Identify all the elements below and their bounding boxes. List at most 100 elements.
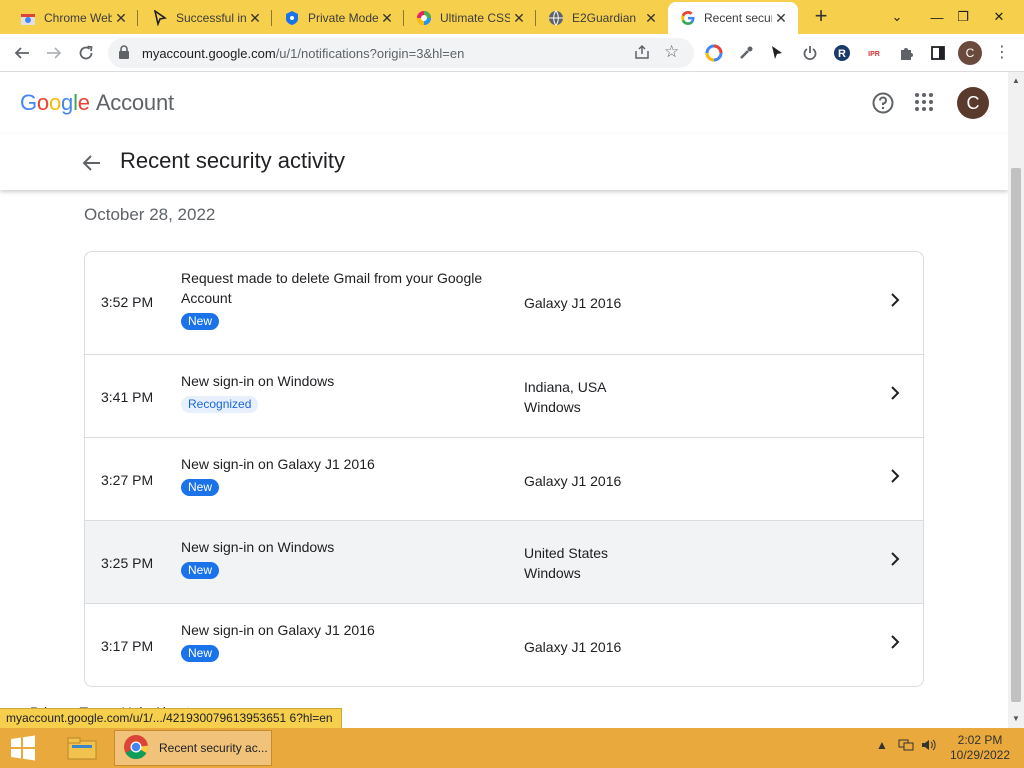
event-time: 3:52 PM (101, 294, 154, 310)
windows-taskbar: Recent security ac... ▲ 2:02 PM 10/29/20… (0, 728, 1024, 768)
tab-recent-security-activity[interactable]: Recent security activity ✕ (668, 2, 798, 34)
taskbar-chrome-window[interactable]: Recent security ac... (114, 730, 272, 766)
chevron-right-icon (887, 551, 903, 572)
security-events-list: 3:52 PM Request made to delete Gmail fro… (84, 251, 924, 687)
globe-icon (548, 10, 564, 26)
event-location: Galaxy J1 2016 (524, 295, 622, 311)
chrome-icon (123, 734, 149, 763)
side-panel-icon[interactable] (927, 42, 949, 64)
network-icon[interactable] (898, 738, 914, 755)
page-title: Recent security activity (120, 148, 345, 173)
chevron-right-icon (887, 385, 903, 406)
cursor-arrow-icon (152, 10, 168, 26)
power-icon[interactable] (799, 42, 821, 64)
url-text[interactable]: myaccount.google.com/u/1/notifications?o… (142, 46, 464, 61)
link-status-bubble: myaccount.google.com/u/1/.../42193007961… (0, 708, 342, 728)
account-avatar[interactable]: C (957, 87, 989, 119)
cursor-extension-icon[interactable] (766, 42, 788, 64)
reload-button[interactable] (72, 40, 100, 66)
address-bar[interactable]: myaccount.google.com/u/1/notifications?o… (108, 38, 694, 68)
scroll-down-arrow-icon[interactable]: ▼ (1012, 714, 1020, 723)
security-event-row[interactable]: 3:17 PM New sign-in on Galaxy J1 2016 Ne… (85, 604, 923, 686)
back-arrow-icon[interactable] (80, 151, 104, 180)
google-account-logo[interactable]: Google Account (20, 90, 174, 116)
back-button[interactable] (8, 40, 36, 66)
url-path: /u/1/notifications?origin=3&hl=en (275, 46, 465, 61)
taskbar-clock[interactable]: 2:02 PM 10/29/2022 (948, 733, 1012, 763)
svg-text:R: R (838, 48, 846, 60)
taskbar-window-title: Recent security ac... (159, 741, 268, 755)
event-description-block: New sign-in on Galaxy J1 2016 New (181, 454, 511, 496)
bookmark-star-icon[interactable]: ☆ (664, 42, 679, 62)
puzzle-extensions-icon[interactable] (895, 42, 917, 64)
tab-label: Chrome Web Store (44, 11, 112, 25)
close-icon[interactable]: ✕ (772, 9, 790, 27)
apps-grid-icon[interactable] (914, 92, 934, 117)
tab-label: Successful in (176, 11, 246, 25)
chevron-right-icon (887, 468, 903, 489)
scrollbar-thumb[interactable] (1011, 168, 1021, 702)
google-account-header: Google Account C (0, 72, 1008, 134)
event-description: Request made to delete Gmail from your G… (181, 270, 483, 306)
eyedropper-icon[interactable] (735, 42, 757, 64)
tab-successful[interactable]: Successful in ✕ (140, 2, 272, 34)
more-menu-icon[interactable]: ⋮ (994, 42, 1010, 62)
ipr-extension-icon[interactable]: IPR (863, 42, 885, 64)
date-heading: October 28, 2022 (84, 205, 216, 224)
chrome-store-icon (20, 10, 36, 26)
tab-label: Ultimate CSS (440, 11, 510, 25)
forward-arrow-icon (47, 47, 62, 59)
url-domain: myaccount.google.com (142, 46, 276, 61)
profile-avatar[interactable]: C (958, 41, 982, 65)
browser-toolbar: myaccount.google.com/u/1/notifications?o… (0, 34, 1024, 72)
page-scrollbar[interactable]: ▲ ▼ (1008, 72, 1024, 728)
close-icon[interactable]: ✕ (510, 9, 528, 27)
event-location: Galaxy J1 2016 (524, 473, 622, 489)
color-wheel-icon (416, 10, 432, 26)
chevron-right-icon (887, 292, 903, 313)
security-event-row[interactable]: 3:27 PM New sign-in on Galaxy J1 2016 Ne… (85, 438, 923, 521)
security-event-row[interactable]: 3:52 PM Request made to delete Gmail fro… (85, 252, 923, 355)
clock-time: 2:02 PM (957, 733, 1003, 747)
tab-label: Recent security activity (704, 11, 772, 25)
close-window-button[interactable]: ✕ (976, 0, 1022, 34)
tray-expand-icon[interactable]: ▲ (876, 738, 888, 752)
event-time: 3:25 PM (101, 555, 154, 571)
close-icon[interactable]: ✕ (378, 9, 396, 27)
close-icon[interactable]: ✕ (112, 9, 130, 27)
security-event-row[interactable]: 3:41 PM New sign-in on Windows Recognize… (85, 355, 923, 438)
tab-private-mode[interactable]: Private Mode ✕ (272, 2, 404, 34)
security-event-row[interactable]: 3:25 PM New sign-in on Windows New Unite… (85, 521, 923, 604)
private-mode-icon (284, 10, 300, 26)
new-tab-button[interactable]: + (809, 5, 833, 29)
event-time: 3:41 PM (101, 389, 154, 405)
event-location: Indiana, USA Windows (524, 379, 607, 415)
volume-icon[interactable] (921, 738, 937, 755)
status-badge: New (181, 479, 220, 496)
tab-label: Private Mode (308, 11, 378, 25)
lock-icon[interactable] (118, 45, 130, 64)
tab-ultimate-css[interactable]: Ultimate CSS ✕ (404, 2, 536, 34)
windows-start-icon[interactable] (8, 734, 40, 762)
page-title-bar: Recent security activity (0, 134, 1008, 190)
event-description-block: New sign-in on Galaxy J1 2016 New (181, 620, 511, 662)
tab-e2guardian[interactable]: E2Guardian ✕ (536, 2, 668, 34)
help-icon[interactable] (871, 91, 895, 120)
tab-chrome-web-store[interactable]: Chrome Web Store ✕ (8, 2, 138, 34)
event-time: 3:27 PM (101, 472, 154, 488)
forward-button[interactable] (40, 40, 68, 66)
svg-text:IPR: IPR (868, 51, 880, 58)
event-description: New sign-in on Galaxy J1 2016 (181, 622, 375, 638)
event-description-block: New sign-in on Windows Recognized (181, 371, 511, 413)
page-content: Google Account C Recent security activity… (0, 72, 1008, 728)
extension-ring-icon[interactable] (703, 42, 725, 64)
close-icon[interactable]: ✕ (642, 9, 660, 27)
google-g-icon (680, 10, 696, 26)
close-icon[interactable]: ✕ (246, 9, 264, 27)
scroll-up-arrow-icon[interactable]: ▲ (1012, 76, 1020, 85)
share-icon[interactable] (634, 44, 650, 65)
browser-tab-strip: Chrome Web Store ✕ Successful in ✕ Priva… (0, 0, 1024, 34)
r-extension-icon[interactable]: R (831, 42, 853, 64)
file-explorer-icon[interactable] (60, 731, 104, 765)
event-location: United States Windows (524, 545, 609, 581)
